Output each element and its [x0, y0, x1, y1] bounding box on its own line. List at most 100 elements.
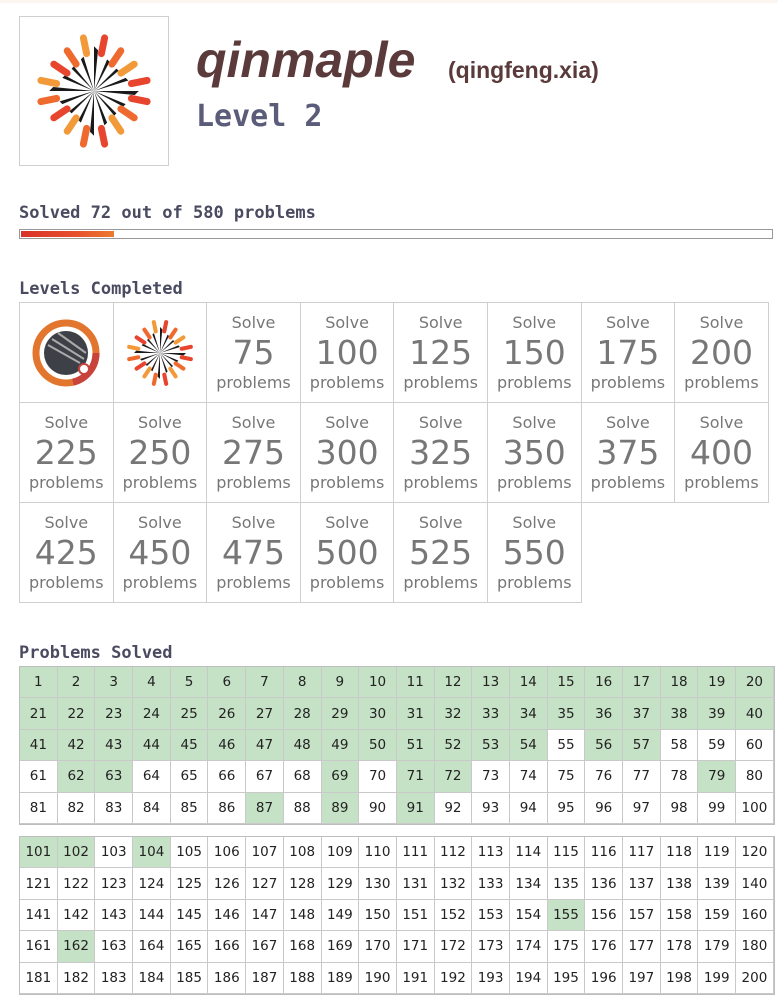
problem-cell[interactable]: 63 — [95, 761, 134, 793]
problem-cell[interactable]: 18 — [660, 667, 699, 699]
problem-cell[interactable]: 178 — [660, 931, 699, 963]
problem-cell[interactable]: 112 — [434, 837, 473, 869]
problem-cell[interactable]: 32 — [434, 698, 473, 730]
problem-cell[interactable]: 44 — [133, 729, 171, 762]
problem-cell[interactable]: 69 — [321, 761, 360, 793]
problem-cell[interactable]: 17 — [623, 667, 661, 699]
problem-cell[interactable]: 10 — [359, 667, 397, 699]
problem-cell[interactable]: 24 — [133, 698, 171, 730]
problem-cell[interactable]: 129 — [321, 868, 360, 900]
problem-cell[interactable]: 141 — [20, 899, 58, 932]
problem-cell[interactable]: 177 — [623, 931, 661, 963]
problem-cell[interactable]: 157 — [623, 899, 661, 932]
problem-cell[interactable]: 137 — [623, 868, 661, 900]
problem-cell[interactable]: 176 — [585, 931, 623, 963]
problem-cell[interactable]: 121 — [20, 868, 58, 900]
problem-cell[interactable]: 164 — [133, 931, 171, 963]
problem-cell[interactable]: 33 — [472, 698, 510, 730]
problem-cell[interactable]: 102 — [57, 837, 96, 869]
problem-cell[interactable]: 56 — [585, 729, 623, 762]
problem-cell[interactable]: 146 — [208, 899, 247, 932]
problem-cell[interactable]: 156 — [585, 899, 623, 932]
problem-cell[interactable]: 122 — [57, 868, 96, 900]
problem-cell[interactable]: 196 — [585, 962, 623, 994]
problem-cell[interactable]: 107 — [246, 837, 284, 869]
problem-cell[interactable]: 27 — [246, 698, 284, 730]
problem-cell[interactable]: 181 — [20, 962, 58, 994]
problem-cell[interactable]: 68 — [283, 761, 322, 793]
problem-cell[interactable]: 158 — [660, 899, 699, 932]
problem-cell[interactable]: 91 — [396, 792, 435, 824]
problem-cell[interactable]: 38 — [660, 698, 699, 730]
problem-cell[interactable]: 106 — [208, 837, 247, 869]
problem-cell[interactable]: 195 — [547, 962, 586, 994]
problem-cell[interactable]: 111 — [396, 837, 435, 869]
problem-cell[interactable]: 48 — [283, 729, 322, 762]
problem-cell[interactable]: 110 — [359, 837, 397, 869]
problem-cell[interactable]: 8 — [283, 667, 322, 699]
problem-cell[interactable]: 161 — [20, 931, 58, 963]
problem-cell[interactable]: 115 — [547, 837, 586, 869]
problem-cell[interactable]: 61 — [20, 761, 58, 793]
problem-cell[interactable]: 62 — [57, 761, 96, 793]
problem-cell[interactable]: 34 — [509, 698, 548, 730]
problem-cell[interactable]: 166 — [208, 931, 247, 963]
problem-cell[interactable]: 108 — [283, 837, 322, 869]
problem-cell[interactable]: 189 — [321, 962, 360, 994]
problem-cell[interactable]: 86 — [208, 792, 247, 824]
problem-cell[interactable]: 16 — [585, 667, 623, 699]
problem-cell[interactable]: 20 — [736, 667, 774, 699]
problem-cell[interactable]: 159 — [698, 899, 737, 932]
problem-cell[interactable]: 41 — [20, 729, 58, 762]
problem-cell[interactable]: 95 — [547, 792, 586, 824]
problem-cell[interactable]: 50 — [359, 729, 397, 762]
problem-cell[interactable]: 43 — [95, 729, 134, 762]
problem-cell[interactable]: 67 — [246, 761, 284, 793]
problem-cell[interactable]: 167 — [246, 931, 284, 963]
problem-cell[interactable]: 36 — [585, 698, 623, 730]
problem-cell[interactable]: 99 — [698, 792, 737, 824]
problem-cell[interactable]: 101 — [20, 837, 58, 869]
problem-cell[interactable]: 87 — [246, 792, 284, 824]
problem-cell[interactable]: 88 — [283, 792, 322, 824]
problem-cell[interactable]: 93 — [472, 792, 510, 824]
problem-cell[interactable]: 123 — [95, 868, 134, 900]
problem-cell[interactable]: 53 — [472, 729, 510, 762]
problem-cell[interactable]: 150 — [359, 899, 397, 932]
problem-cell[interactable]: 116 — [585, 837, 623, 869]
problem-cell[interactable]: 162 — [57, 931, 96, 963]
problem-cell[interactable]: 45 — [170, 729, 209, 762]
problem-cell[interactable]: 4 — [133, 667, 171, 699]
problem-cell[interactable]: 120 — [736, 837, 774, 869]
problem-cell[interactable]: 132 — [434, 868, 473, 900]
problem-cell[interactable]: 143 — [95, 899, 134, 932]
problem-cell[interactable]: 75 — [547, 761, 586, 793]
problem-cell[interactable]: 31 — [396, 698, 435, 730]
problem-cell[interactable]: 151 — [396, 899, 435, 932]
problem-cell[interactable]: 134 — [509, 868, 548, 900]
problem-cell[interactable]: 59 — [698, 729, 737, 762]
problem-cell[interactable]: 92 — [434, 792, 473, 824]
problem-cell[interactable]: 109 — [321, 837, 360, 869]
problem-cell[interactable]: 126 — [208, 868, 247, 900]
problem-cell[interactable]: 152 — [434, 899, 473, 932]
problem-cell[interactable]: 7 — [246, 667, 284, 699]
problem-cell[interactable]: 180 — [736, 931, 774, 963]
problem-cell[interactable]: 65 — [170, 761, 209, 793]
problem-cell[interactable]: 2 — [57, 667, 96, 699]
problem-cell[interactable]: 52 — [434, 729, 473, 762]
problem-cell[interactable]: 47 — [246, 729, 284, 762]
problem-cell[interactable]: 144 — [133, 899, 171, 932]
problem-cell[interactable]: 1 — [20, 667, 58, 699]
problem-cell[interactable]: 182 — [57, 962, 96, 994]
problem-cell[interactable]: 183 — [95, 962, 134, 994]
problem-cell[interactable]: 13 — [472, 667, 510, 699]
problem-cell[interactable]: 74 — [509, 761, 548, 793]
problem-cell[interactable]: 154 — [509, 899, 548, 932]
problem-cell[interactable]: 105 — [170, 837, 209, 869]
problem-cell[interactable]: 72 — [434, 761, 473, 793]
problem-cell[interactable]: 78 — [660, 761, 699, 793]
problem-cell[interactable]: 81 — [20, 792, 58, 824]
problem-cell[interactable]: 113 — [472, 837, 510, 869]
problem-cell[interactable]: 200 — [736, 962, 774, 994]
